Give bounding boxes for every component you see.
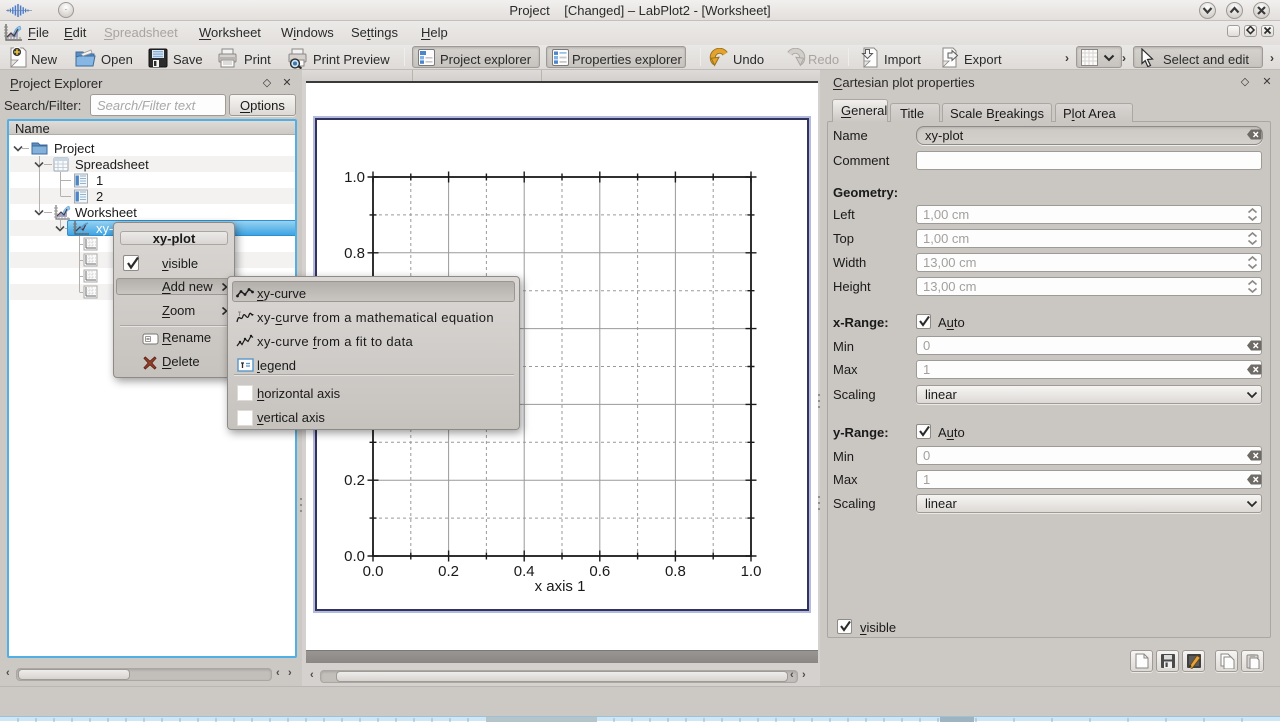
svg-text:0.8: 0.8 bbox=[344, 245, 365, 262]
svg-text:0.0: 0.0 bbox=[363, 563, 384, 580]
svg-text:0.6: 0.6 bbox=[589, 563, 610, 580]
svg-text:1.0: 1.0 bbox=[741, 563, 762, 580]
svg-text:0.2: 0.2 bbox=[344, 472, 365, 489]
svg-text:0.8: 0.8 bbox=[665, 563, 686, 580]
svg-text:0.4: 0.4 bbox=[514, 563, 535, 580]
svg-text:1.0: 1.0 bbox=[344, 169, 365, 186]
svg-text:0.2: 0.2 bbox=[438, 563, 459, 580]
svg-text:x axis 1: x axis 1 bbox=[535, 578, 586, 595]
